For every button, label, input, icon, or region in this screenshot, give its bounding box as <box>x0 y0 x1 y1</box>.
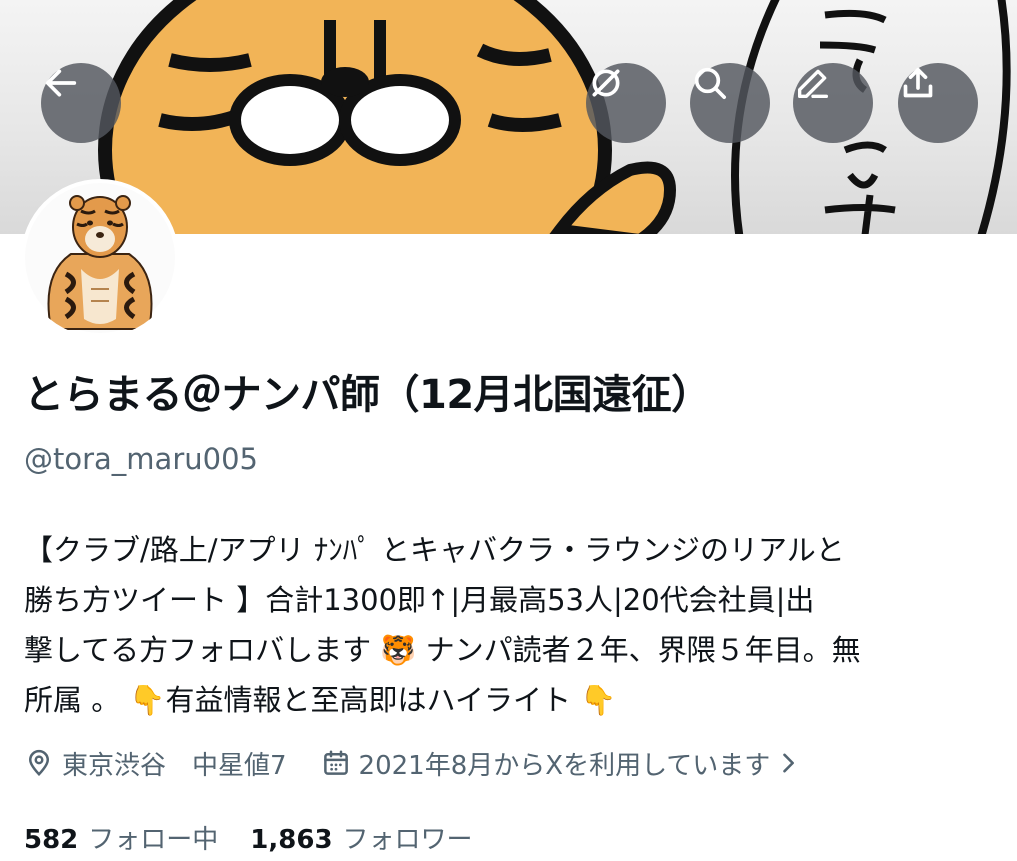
bio: 【クラブ/路上/アプリ ﾅﾝﾊﾟ とキャバクラ・ラウンジのリアルと 勝ち方ツイー… <box>24 525 999 725</box>
share-button[interactable] <box>898 63 978 143</box>
edit-icon <box>798 69 828 99</box>
bio-line: 勝ち方ツイート 】合計1300即↑|月最高53人|20代会社員|出 <box>24 583 815 617</box>
bio-line: 【クラブ/路上/アプリ ﾅﾝﾊﾟ とキャバクラ・ラウンジのリアルと <box>24 533 845 567</box>
share-icon <box>903 67 933 98</box>
back-arrow-icon <box>45 69 77 97</box>
following-count: 582 <box>24 824 79 855</box>
search-button[interactable] <box>690 63 770 143</box>
followers-label: フォロワー <box>342 824 473 855</box>
bio-line: 所属 。 👇有益情報と至高即はハイライト 👇 <box>24 683 617 717</box>
user-handle: @tora_maru005 <box>24 442 258 476</box>
edit-button[interactable] <box>793 63 873 143</box>
followers-count: 1,863 <box>250 824 333 855</box>
join-date[interactable]: 2021年8月からXを利用しています <box>321 745 803 782</box>
location-pin-icon <box>28 749 50 777</box>
tiger-avatar-image <box>25 183 175 333</box>
join-date-text: 2021年8月からXを利用しています <box>358 750 771 781</box>
bio-line: 撃してる方フォロバします 🐯 ナンパ読者２年、界隈５年目。無 <box>24 633 861 667</box>
grok-icon <box>592 69 620 97</box>
chevron-right-icon <box>783 753 795 773</box>
search-icon <box>694 67 726 99</box>
following-link[interactable]: 582 フォロー中 <box>24 819 218 856</box>
location-text: 東京渋谷 中星値7 <box>62 750 287 781</box>
back-button[interactable] <box>41 63 121 143</box>
followers-link[interactable]: 1,863 フォロワー <box>250 819 472 856</box>
display-name: とらまる＠ナンパ師（12月北国遠征） <box>24 372 711 418</box>
following-label: フォロー中 <box>88 824 219 855</box>
profile-meta: 東京渋谷 中星値7 2021年8月からXを利用しています <box>24 740 1004 786</box>
calendar-icon <box>323 750 348 775</box>
location: 東京渋谷 中星値7 <box>24 745 287 782</box>
follow-stats: 582 フォロー中 1,863 フォロワー <box>24 814 473 860</box>
grok-button[interactable] <box>586 63 666 143</box>
avatar[interactable] <box>21 179 179 337</box>
